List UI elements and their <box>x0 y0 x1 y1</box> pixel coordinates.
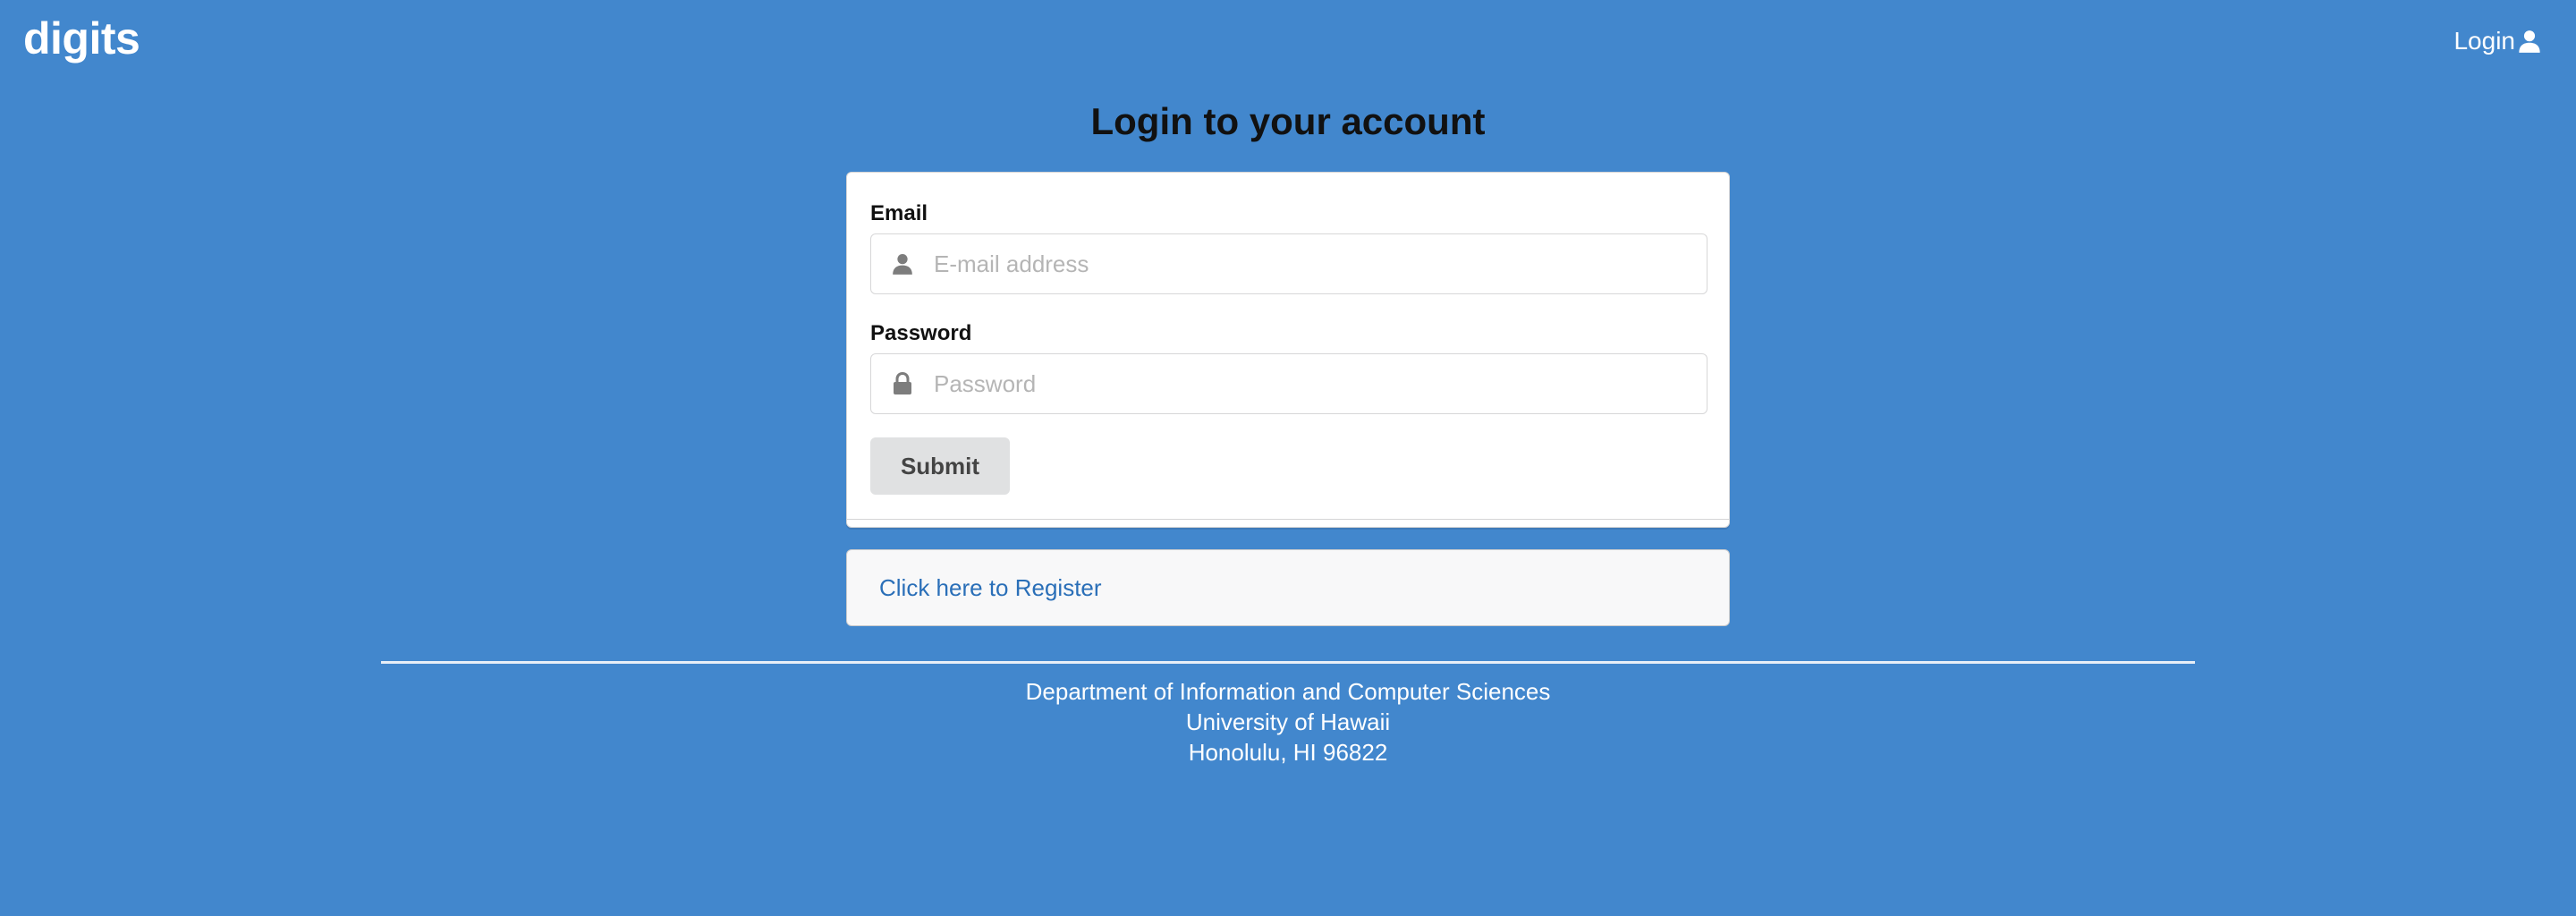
brand-logo-link[interactable]: digits <box>23 13 140 64</box>
top-navbar: digits Login <box>0 0 2576 86</box>
email-field-wrapper <box>870 233 1707 294</box>
card-divider <box>847 519 1729 520</box>
footer-university: University of Hawaii <box>1185 708 1391 735</box>
register-link[interactable]: Click here to Register <box>879 574 1102 602</box>
user-icon <box>2517 29 2542 54</box>
page-title: Login to your account <box>1090 100 1486 142</box>
password-field-wrapper <box>870 353 1707 414</box>
password-label: Password <box>870 321 972 345</box>
footer-divider <box>381 661 2195 664</box>
email-label: Email <box>870 201 928 225</box>
footer-department: Department of Information and Computer S… <box>1025 678 1551 705</box>
password-input[interactable] <box>934 354 1707 413</box>
email-input[interactable] <box>934 234 1707 293</box>
lock-icon <box>871 354 934 413</box>
login-form-card: Email Password Submit <box>846 172 1730 528</box>
nav-login-label: Login <box>2453 27 2515 55</box>
submit-button[interactable]: Submit <box>870 437 1010 495</box>
footer-address: Honolulu, HI 96822 <box>1188 739 1388 766</box>
footer: Department of Information and Computer S… <box>0 676 2576 768</box>
user-icon <box>871 234 934 293</box>
register-message-box: Click here to Register <box>846 549 1730 626</box>
nav-login-link[interactable]: Login <box>2453 27 2542 55</box>
